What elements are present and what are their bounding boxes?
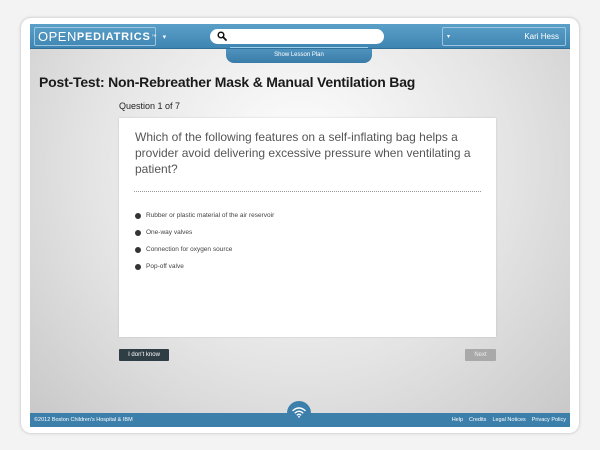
answer-label: One-way valves xyxy=(146,229,193,236)
tab-divider xyxy=(230,47,368,49)
dont-know-button[interactable]: I don't know xyxy=(119,349,169,361)
footer-links: Help Credits Legal Notices Privacy Polic… xyxy=(452,417,566,423)
radio-icon[interactable] xyxy=(135,246,141,253)
footer-link-privacy[interactable]: Privacy Policy xyxy=(532,417,566,423)
answer-label: Connection for oxygen source xyxy=(146,246,233,253)
logo-trademark: ™ xyxy=(151,33,157,40)
answer-label: Pop-off valve xyxy=(146,263,184,270)
divider xyxy=(134,191,481,192)
question-card: Which of the following features on a sel… xyxy=(119,118,496,337)
radio-icon[interactable] xyxy=(135,212,141,219)
footer-link-credits[interactable]: Credits xyxy=(469,417,486,423)
logo-pediatrics-text: PEDIATRICS xyxy=(76,30,151,43)
show-lesson-plan-tab[interactable]: Show Lesson Plan xyxy=(226,47,372,63)
chevron-down-icon: ▾ xyxy=(447,34,451,40)
answer-options: Rubber or plastic material of the air re… xyxy=(135,207,274,275)
user-menu[interactable]: ▾ Kari Hess xyxy=(442,27,566,46)
question-counter: Question 1 of 7 xyxy=(119,101,181,111)
user-name: Kari Hess xyxy=(524,32,559,41)
radio-icon[interactable] xyxy=(135,263,141,270)
logo-menu[interactable]: OPEN PEDIATRICS ™ ▾ xyxy=(34,27,166,46)
answer-option[interactable]: Connection for oxygen source xyxy=(135,241,274,258)
answer-option[interactable]: One-way valves xyxy=(135,224,274,241)
radio-icon[interactable] xyxy=(135,229,141,236)
copyright-text: ©2012 Boston Children's Hospital & IBM xyxy=(34,417,133,423)
next-button[interactable]: Next xyxy=(465,349,496,361)
footer-link-legal[interactable]: Legal Notices xyxy=(492,417,525,423)
wifi-icon xyxy=(292,407,306,418)
lesson-plan-label: Show Lesson Plan xyxy=(274,52,324,58)
wifi-button[interactable] xyxy=(287,401,311,425)
logo-open-text: OPEN xyxy=(38,29,77,44)
answer-option[interactable]: Pop-off valve xyxy=(135,258,274,275)
top-bar: OPEN PEDIATRICS ™ ▾ ▾ Kari Hess xyxy=(30,24,570,49)
app-viewport: OPEN PEDIATRICS ™ ▾ ▾ Kari Hess Show Les… xyxy=(30,24,570,427)
search-input[interactable] xyxy=(210,29,384,44)
footer-link-help[interactable]: Help xyxy=(452,417,463,423)
answer-label: Rubber or plastic material of the air re… xyxy=(146,212,275,219)
answer-option[interactable]: Rubber or plastic material of the air re… xyxy=(135,207,274,224)
chevron-down-icon: ▾ xyxy=(162,33,167,41)
question-text: Which of the following features on a sel… xyxy=(135,130,471,176)
page-title: Post-Test: Non-Rebreather Mask & Manual … xyxy=(39,74,416,90)
search-icon xyxy=(217,31,227,41)
